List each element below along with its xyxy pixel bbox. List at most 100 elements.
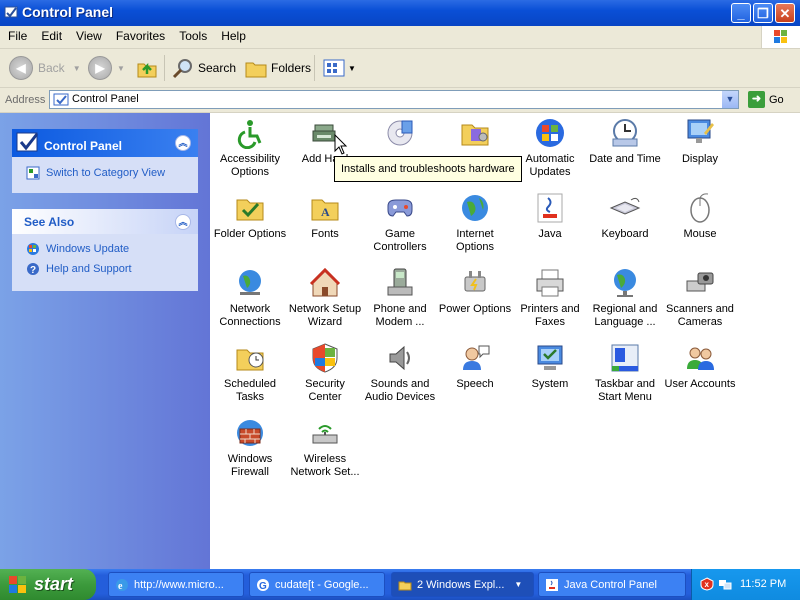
java-icon xyxy=(546,578,558,591)
cp-item-gamepad[interactable]: Game Controllers xyxy=(362,192,438,254)
add-remove-programs-icon xyxy=(387,120,413,146)
forward-button[interactable]: ▶ ▼ xyxy=(88,55,125,81)
cp-item-keyboard[interactable]: Keyboard xyxy=(587,192,663,241)
forward-dropdown-icon[interactable]: ▼ xyxy=(117,64,125,73)
folders-button[interactable]: Folders xyxy=(244,55,311,81)
cp-item-shield[interactable]: Security Center xyxy=(287,342,363,404)
display-icon xyxy=(687,119,714,143)
cp-item-label: Center xyxy=(308,391,342,403)
up-folder-button[interactable] xyxy=(135,55,159,81)
menu-help[interactable]: Help xyxy=(213,26,252,43)
cp-item-label: Connections xyxy=(219,316,281,328)
control-panel-icon xyxy=(16,132,39,152)
scanner-icon xyxy=(686,272,714,292)
window-title: Control Panel xyxy=(22,4,114,20)
cp-item-speaker[interactable]: Sounds and Audio Devices xyxy=(362,342,438,404)
svg-text:A: A xyxy=(321,205,330,219)
cp-item-label: Mouse xyxy=(683,228,717,240)
cp-item-add-remove-programs[interactable] xyxy=(362,117,438,153)
back-arrow-icon: ◀ xyxy=(9,56,33,80)
ie-icon: e xyxy=(116,578,128,592)
security-alert-icon[interactable]: x xyxy=(700,577,714,591)
menu-view[interactable]: View xyxy=(68,26,108,43)
taskbar-button-explorer[interactable]: 2 Windows Expl... ▼ xyxy=(391,572,534,597)
cp-item-network-globe[interactable]: Network Connections xyxy=(212,267,288,329)
cp-item-phone[interactable]: Phone and Modem ... xyxy=(362,267,438,329)
back-button[interactable]: ◀ Back ▼ xyxy=(9,55,81,81)
cp-item-power[interactable]: Power Options xyxy=(437,267,513,316)
cp-item-label: Scanners and xyxy=(666,303,734,315)
cp-item-label: Options xyxy=(231,166,269,178)
cp-item-speech[interactable]: Speech xyxy=(437,342,513,391)
task-pane: Control Panel ︽ Switch to Category View … xyxy=(0,113,210,569)
address-bar: Address Control Panel ▼ ➜ Go xyxy=(0,88,800,113)
cp-item-label: Display xyxy=(681,153,719,165)
switch-to-category-view-link[interactable]: Switch to Category View xyxy=(12,157,198,183)
cp-item-administrative-tools[interactable] xyxy=(437,117,513,153)
minimize-button[interactable]: _ xyxy=(731,3,751,23)
control-panel-section-header[interactable]: Control Panel ︽ xyxy=(12,129,198,157)
cp-item-clock[interactable]: Date and Time xyxy=(587,117,663,166)
cp-item-label: User Accounts xyxy=(664,378,736,390)
control-panel-icon xyxy=(53,93,69,106)
cp-item-firewall[interactable]: Windows Firewall xyxy=(212,417,288,479)
cp-item-label: Network xyxy=(229,303,271,315)
cp-item-display[interactable]: Display xyxy=(662,117,738,166)
views-button[interactable]: ▼ xyxy=(322,55,356,81)
collapse-chevron-icon[interactable]: ︽ xyxy=(175,135,191,151)
cp-item-label: Language ... xyxy=(594,316,656,328)
globe-icon xyxy=(462,195,488,221)
cp-item-label: Network Setup xyxy=(288,303,362,315)
go-button[interactable]: ➜ Go xyxy=(748,91,784,108)
menu-file[interactable]: File xyxy=(0,26,33,43)
menu-bar: File Edit View Favorites Tools Help xyxy=(0,26,800,49)
cp-item-java[interactable]: Java xyxy=(512,192,588,241)
restore-button[interactable]: ❐ xyxy=(753,3,773,23)
cp-item-globe[interactable]: Internet Options xyxy=(437,192,513,254)
back-dropdown-icon[interactable]: ▼ xyxy=(73,64,81,73)
help-and-support-link[interactable]: ? Help and Support xyxy=(12,259,198,279)
mouse-cursor-icon xyxy=(334,134,348,155)
cp-item-label: Fonts xyxy=(311,228,339,240)
taskbar-button-java[interactable]: Java Control Panel xyxy=(538,572,686,597)
menu-edit[interactable]: Edit xyxy=(33,26,68,43)
address-dropdown-icon[interactable]: ▼ xyxy=(722,91,738,108)
address-field[interactable]: Control Panel ▼ xyxy=(49,90,739,109)
forward-arrow-icon: ▶ xyxy=(88,56,112,80)
cp-item-scanner[interactable]: Scanners and Cameras xyxy=(662,267,738,329)
close-button[interactable]: ✕ xyxy=(775,3,795,23)
cp-item-label: Updates xyxy=(529,166,571,178)
taskbar-button-ie[interactable]: e http://www.micro... xyxy=(108,572,244,597)
cp-item-system[interactable]: System xyxy=(512,342,588,391)
menu-tools[interactable]: Tools xyxy=(171,26,213,43)
cp-item-fonts-folder[interactable]: A Fonts xyxy=(287,192,363,241)
search-button[interactable]: Search xyxy=(171,55,236,81)
cp-item-printer[interactable]: Printers and Faxes xyxy=(512,267,588,329)
see-also-header[interactable]: See Also ︽ xyxy=(12,209,198,234)
cp-item-label: Security xyxy=(305,378,345,390)
help-icon: ? xyxy=(27,263,39,276)
collapse-chevron-icon[interactable]: ︽ xyxy=(175,214,191,230)
cp-item-regional-globe[interactable]: Regional and Language ... xyxy=(587,267,663,329)
start-button[interactable]: start xyxy=(0,569,96,600)
cp-item-accessibility[interactable]: Accessibility Options xyxy=(212,117,288,179)
firewall-icon xyxy=(237,420,263,446)
cp-item-users[interactable]: User Accounts xyxy=(662,342,738,391)
cp-item-taskbar[interactable]: Taskbar and Start Menu xyxy=(587,342,663,404)
cp-item-label: Controllers xyxy=(373,241,427,253)
menu-favorites[interactable]: Favorites xyxy=(108,26,171,43)
cp-item-mouse[interactable]: Mouse xyxy=(662,192,738,241)
cp-item-scheduled-tasks[interactable]: Scheduled Tasks xyxy=(212,342,288,404)
windows-update-link[interactable]: Windows Update xyxy=(12,234,198,259)
cp-item-label: Cameras xyxy=(677,316,723,328)
cp-item-wireless[interactable]: Wireless Network Set... xyxy=(287,417,363,479)
cp-item-label: Date and Time xyxy=(589,153,661,165)
printer-icon xyxy=(536,269,564,297)
cp-item-label: Power Options xyxy=(438,303,512,315)
cp-item-label: Java xyxy=(538,228,562,240)
cp-item-house[interactable]: Network Setup Wizard xyxy=(287,267,363,329)
cp-item-windows-logo[interactable]: Automatic Updates xyxy=(512,117,588,179)
network-tray-icon[interactable] xyxy=(718,577,732,591)
cp-item-folder-options[interactable]: Folder Options xyxy=(212,192,288,241)
taskbar-button-google[interactable]: G cudate[t - Google... xyxy=(249,572,385,597)
